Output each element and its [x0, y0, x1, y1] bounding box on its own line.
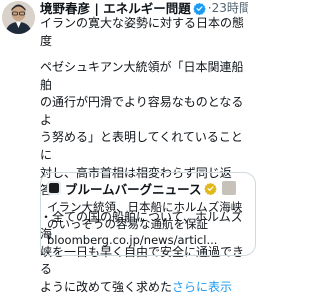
publisher-logo-icon [47, 181, 61, 195]
tweet[interactable]: 境野春彦 | エネルギー問題 · 23時間 イランの寛大な姿勢に対する日本の態度… [0, 0, 256, 294]
verified-icon [193, 2, 206, 15]
quoted-text: イラン大統領、日本船にホルムズ海峡 のいっそうの容易な通航を保証 bloombe… [47, 199, 251, 249]
quoted-link[interactable]: bloomberg.co.jp/news/articl... [47, 232, 251, 249]
publisher-name[interactable]: ブルームバーグニュース [65, 179, 202, 197]
quoted-headline-line: のいっそうの容易な通航を保証 [47, 216, 208, 231]
tweet-paragraph: イランの寛大な姿勢に対する日本の態度 [40, 15, 248, 50]
tweet-line: イランの寛大な姿勢に対する日本の態度 [40, 16, 245, 48]
quoted-tweet-card[interactable]: ブルームバーグニュース イラン大統領、日本船にホルムズ海峡 のいっそうの容易な通… [40, 172, 256, 256]
affiliate-badge-icon [221, 181, 236, 195]
tweet-line: ペゼシュキアン大統領が「日本関連船舶 [40, 59, 244, 92]
show-more-link[interactable]: さらに表示 [172, 280, 232, 294]
tweet-line: う努める」と表明してくれていることに [40, 130, 243, 162]
tweet-line: の通行が円滑でより容易なものとなるよ [40, 95, 244, 127]
avatar[interactable] [2, 1, 35, 34]
avatar-photo [2, 1, 35, 34]
gold-verified-icon [203, 182, 217, 195]
quoted-headline-line: イラン大統領、日本船にホルムズ海峡 [47, 200, 243, 214]
tweet-line: ように改めて強く求めた [40, 279, 173, 294]
quoted-header: ブルームバーグニュース [47, 179, 247, 197]
